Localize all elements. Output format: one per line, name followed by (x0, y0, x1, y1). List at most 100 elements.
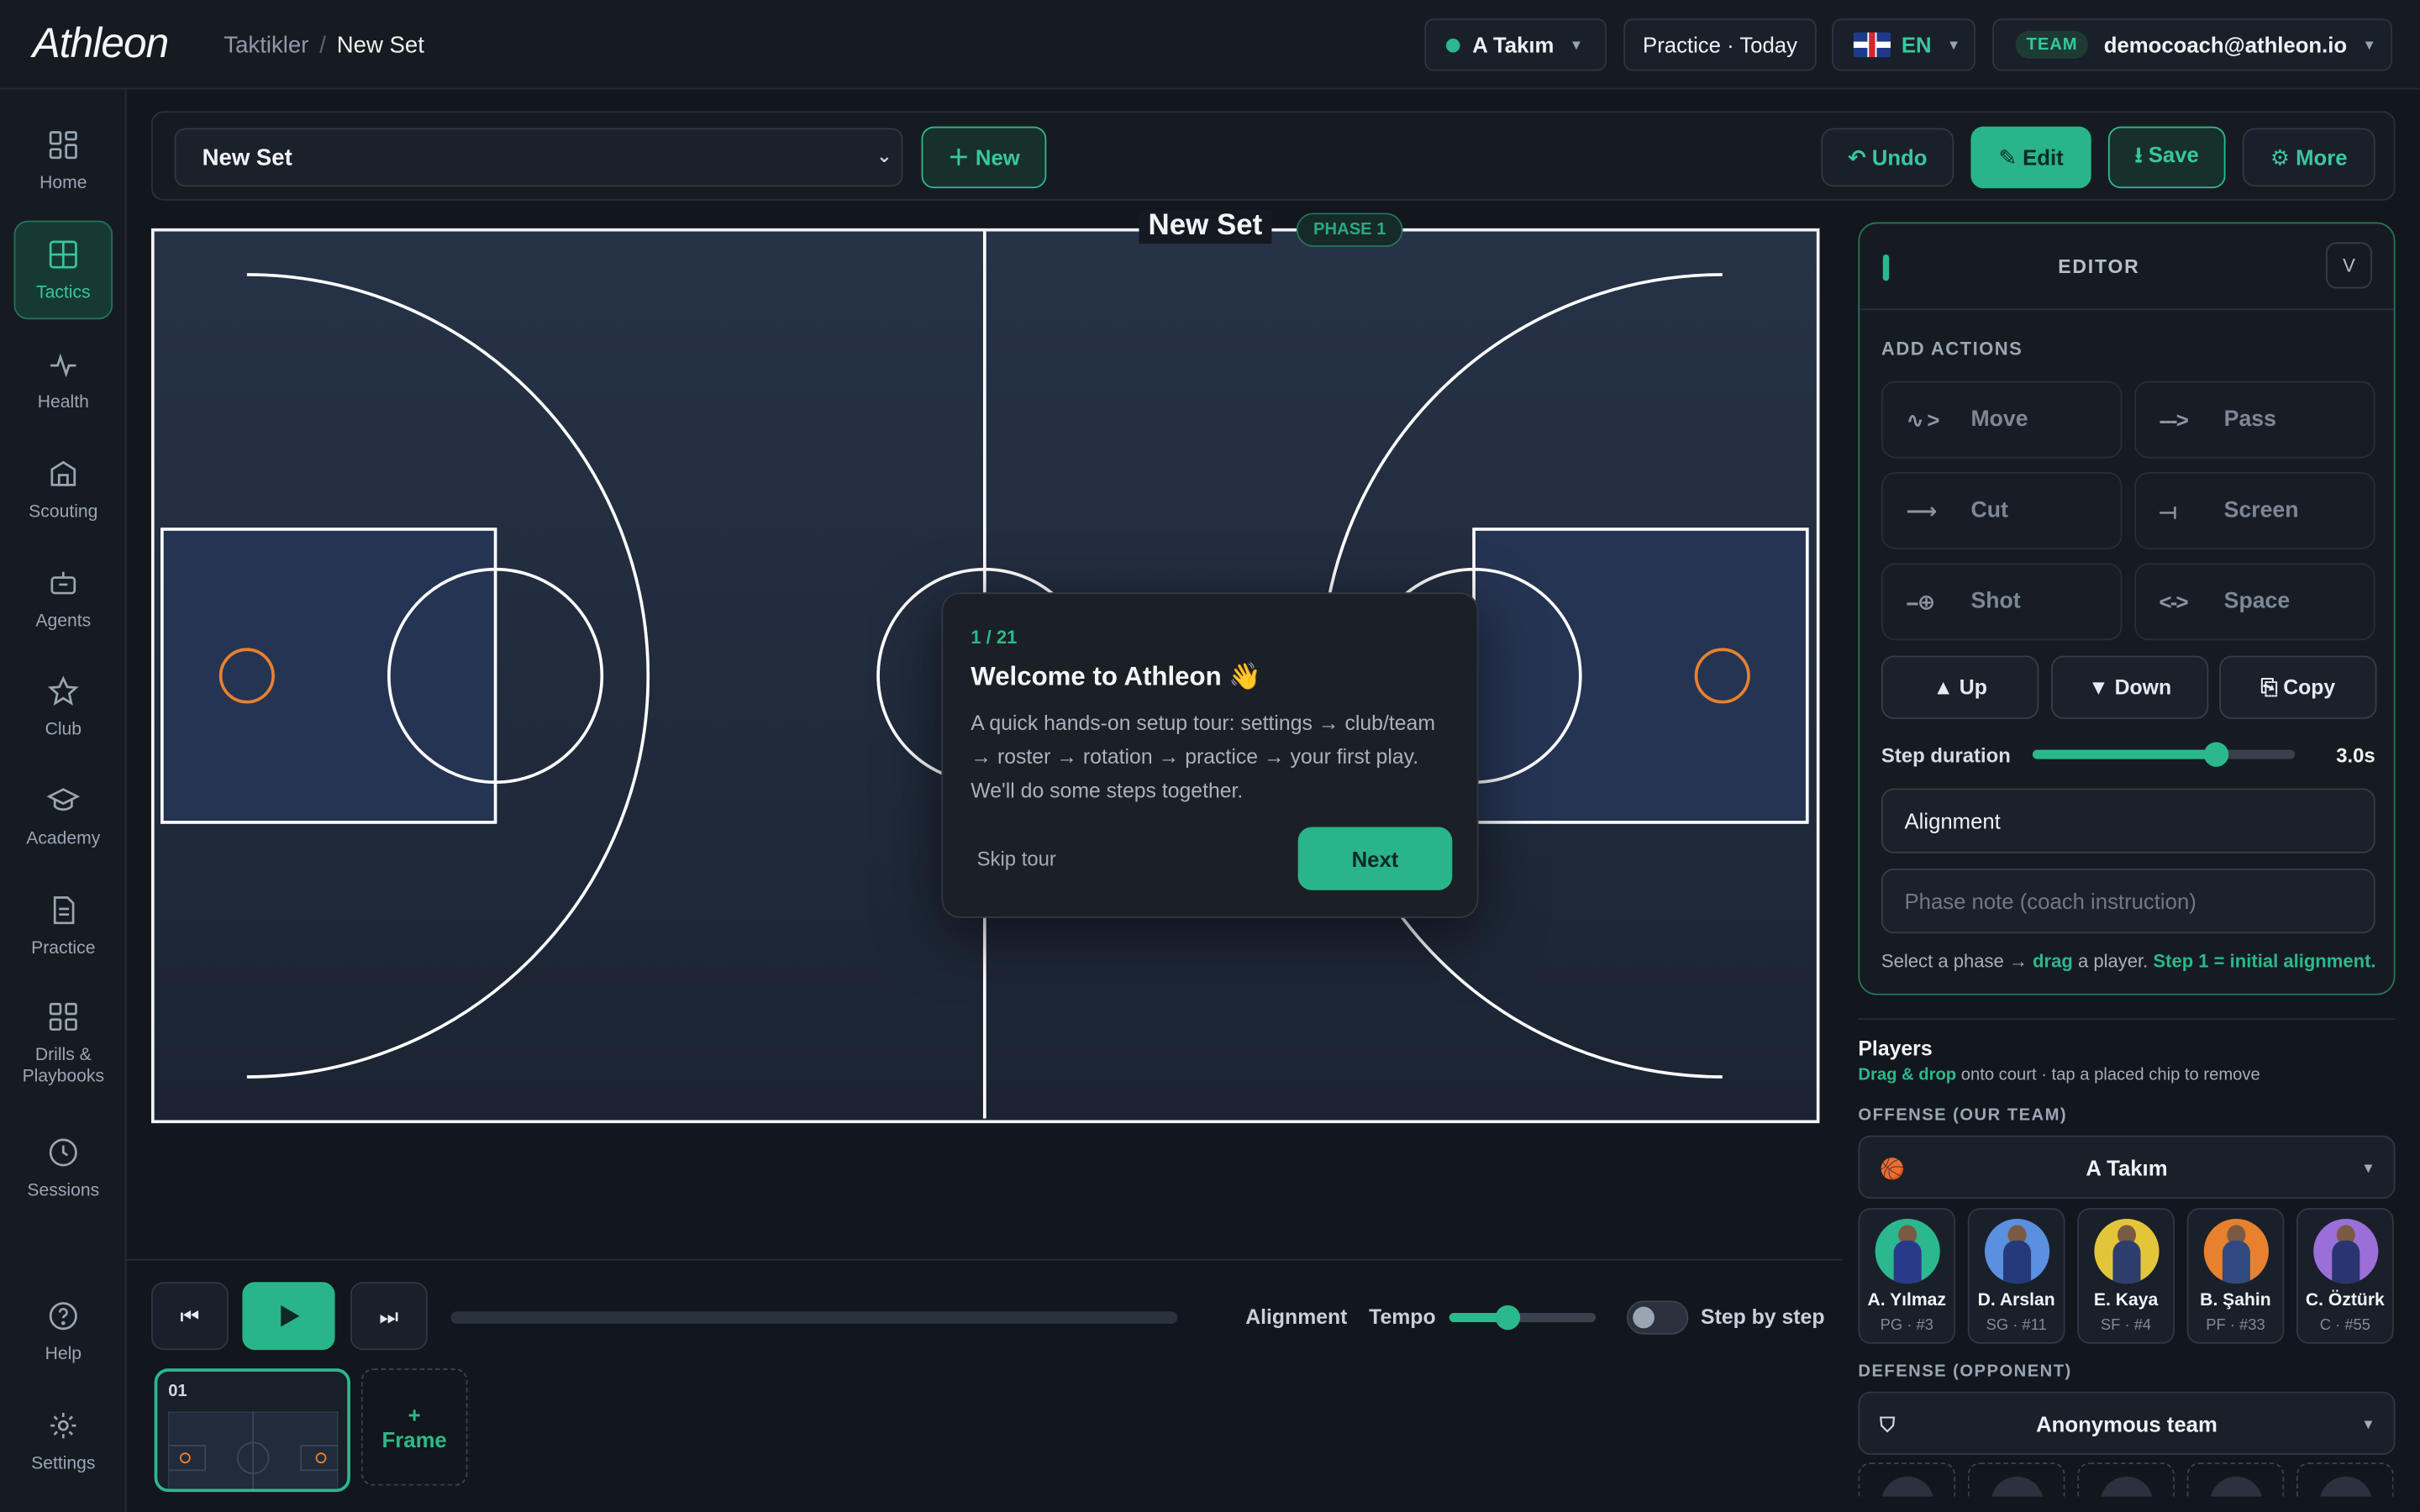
skip-back-button[interactable]: ⏮ (150, 1282, 229, 1351)
graduation-cap-icon (46, 787, 81, 811)
sidebar-item-help[interactable]: Help (14, 1282, 113, 1381)
player-position: SF · #4 (2100, 1317, 2152, 1335)
skip-back-icon: ⏮ (180, 1303, 200, 1328)
add-frame-label: Frame (381, 1426, 447, 1452)
sidebar-item-settings[interactable]: Settings (14, 1392, 113, 1491)
phase-note-field[interactable]: Phase note (coach instruction) (1881, 869, 2375, 934)
players-subtitle: Drag & drop onto court · tap a placed ch… (1858, 1066, 2260, 1084)
more-button[interactable]: ⚙ More (2242, 128, 2375, 187)
copy-step-button[interactable]: ⎘ Copy (2219, 655, 2377, 719)
shield-icon: ⛉ (1880, 1413, 1896, 1436)
player-position: SG · #11 (1986, 1317, 2047, 1335)
plus-icon: + (408, 1402, 421, 1427)
offense-team-select[interactable]: 🏀 A Takım ▼ (1858, 1135, 2396, 1200)
sidebar-item-club[interactable]: Club (14, 657, 113, 756)
next-button[interactable]: Next (1297, 827, 1453, 890)
hint-text: Select a phase → (1881, 950, 2033, 973)
space-icon: <-> (2159, 589, 2189, 615)
opponent-player-card[interactable] (2296, 1462, 2394, 1497)
screen-icon: ⟞ (2159, 497, 2177, 522)
player-card[interactable]: C. Öztürk C · #55 (2296, 1208, 2394, 1344)
action-screen-button[interactable]: ⟞ Screen (2134, 472, 2375, 549)
step-duration-label: Step duration (1881, 743, 2011, 767)
phase-name-field[interactable]: Alignment (1881, 788, 2375, 853)
collapse-editor-button[interactable]: V (2325, 242, 2373, 289)
step-duration-knob[interactable] (2203, 742, 2229, 767)
sidebar-item-agents[interactable]: Agents (14, 549, 113, 648)
defense-label: DEFENSE (OPPONENT) (1858, 1362, 2072, 1381)
players-title: Players (1858, 1037, 1933, 1060)
offense-team-name: A Takım (2086, 1154, 2168, 1180)
sidebar-item-health[interactable]: Health (14, 330, 113, 429)
defense-team-select[interactable]: ⛉ Anonymous team ▼ (1858, 1391, 2396, 1456)
cut-icon: ⟶ (1906, 497, 1937, 522)
team-selector[interactable]: A Takım ▼ (1424, 18, 1607, 71)
practice-selector[interactable]: Practice · Today (1623, 18, 1817, 71)
sidebar-item-tactics[interactable]: Tactics (13, 220, 113, 320)
robot-icon (50, 570, 76, 594)
court-title: New Set (1139, 209, 1272, 244)
opponent-player-card[interactable] (1858, 1462, 1956, 1497)
player-card[interactable]: E. Kaya SF · #4 (2077, 1208, 2175, 1344)
set-select[interactable]: New Set ⌄ (174, 128, 903, 187)
player-avatar (1984, 1218, 2050, 1284)
sidebar-item-label: Help (45, 1344, 82, 1363)
tour-title: Welcome to Athleon 👋 (971, 661, 1262, 691)
step-by-step-label: Step by step (1701, 1305, 1825, 1329)
player-avatar (2094, 1218, 2160, 1284)
skip-tour-button[interactable]: Skip tour (977, 847, 1056, 870)
frame-preview (168, 1411, 339, 1489)
play-toolbar: New Set ⌄ ＋ New ↶ Undo ✎ Edit ⭳ Save ⚙ M… (150, 111, 2396, 201)
sidebar-item-drills-playbooks[interactable]: Drills & Playbooks (14, 987, 113, 1098)
player-name: B. Şahin (2200, 1291, 2271, 1310)
step-by-step-toggle[interactable] (1626, 1300, 1689, 1335)
sidebar-item-sessions[interactable]: Sessions (14, 1119, 113, 1218)
action-cut-button[interactable]: ⟶ Cut (1881, 472, 2123, 549)
breadcrumb: Taktikler / New Set (224, 33, 424, 59)
player-name: C. Öztürk (2305, 1291, 2385, 1310)
save-button[interactable]: ⭳ Save (2107, 126, 2226, 189)
opponent-player-card[interactable] (2077, 1462, 2175, 1497)
sidebar-item-practice[interactable]: Practice (14, 876, 113, 975)
undo-button[interactable]: ↶ Undo (1821, 128, 1954, 187)
action-space-button[interactable]: <-> Space (2134, 563, 2375, 641)
opponent-player-card[interactable] (1967, 1462, 2065, 1497)
hint-drag: drag (2033, 950, 2073, 973)
tactics-icon (49, 239, 77, 268)
phase-badge[interactable]: PHASE 1 (1296, 213, 1403, 247)
sidebar-item-home[interactable]: Home (14, 111, 113, 210)
opponent-player-card[interactable] (2186, 1462, 2285, 1497)
sidebar-item-label: Practice (31, 938, 96, 958)
add-frame-button[interactable]: + Frame (360, 1368, 468, 1486)
edit-button[interactable]: ✎ Edit (1970, 126, 2091, 189)
move-step-up-button[interactable]: ▲ Up (1881, 655, 2039, 719)
action-label: Move (1970, 407, 2028, 433)
tempo-slider-knob[interactable] (1495, 1305, 1521, 1331)
action-move-button[interactable]: ∿ > Move (1881, 381, 2123, 459)
play-button[interactable] (242, 1282, 335, 1351)
new-set-button[interactable]: ＋ New (921, 126, 1047, 189)
offense-label: OFFENSE (OUR TEAM) (1858, 1105, 2068, 1125)
action-shot-button[interactable]: --⊕ Shot (1881, 563, 2123, 641)
frame-thumbnail[interactable]: 01 (154, 1368, 350, 1493)
breadcrumb-parent[interactable]: Taktikler (224, 33, 308, 59)
tempo-slider[interactable] (1449, 1305, 1597, 1331)
gear-icon (50, 1412, 76, 1438)
app-logo[interactable]: Athleon (33, 20, 170, 68)
skip-forward-button[interactable]: ⏭ (350, 1282, 428, 1351)
timeline-scrubber[interactable] (450, 1311, 1178, 1324)
sidebar-item-scouting[interactable]: Scouting (14, 439, 113, 538)
account-menu[interactable]: TEAM democoach@athleon.io ▼ (1992, 18, 2392, 71)
account-email: democoach@athleon.io (2103, 32, 2348, 57)
step-duration-slider[interactable] (2032, 742, 2296, 767)
player-card[interactable]: B. Şahin PF · #33 (2186, 1208, 2285, 1344)
sidebar-item-label: Club (45, 719, 82, 738)
action-label: Space (2223, 589, 2291, 615)
action-pass-button[interactable]: ---> Pass (2134, 381, 2375, 459)
sidebar-item-academy[interactable]: Academy (14, 767, 113, 866)
frame-number: 01 (168, 1382, 187, 1401)
language-selector[interactable]: EN ▼ (1832, 18, 1975, 71)
move-step-down-button[interactable]: ▼ Down (2050, 655, 2209, 719)
player-card[interactable]: D. Arslan SG · #11 (1967, 1208, 2065, 1344)
player-card[interactable]: A. Yılmaz PG · #3 (1858, 1208, 1956, 1344)
